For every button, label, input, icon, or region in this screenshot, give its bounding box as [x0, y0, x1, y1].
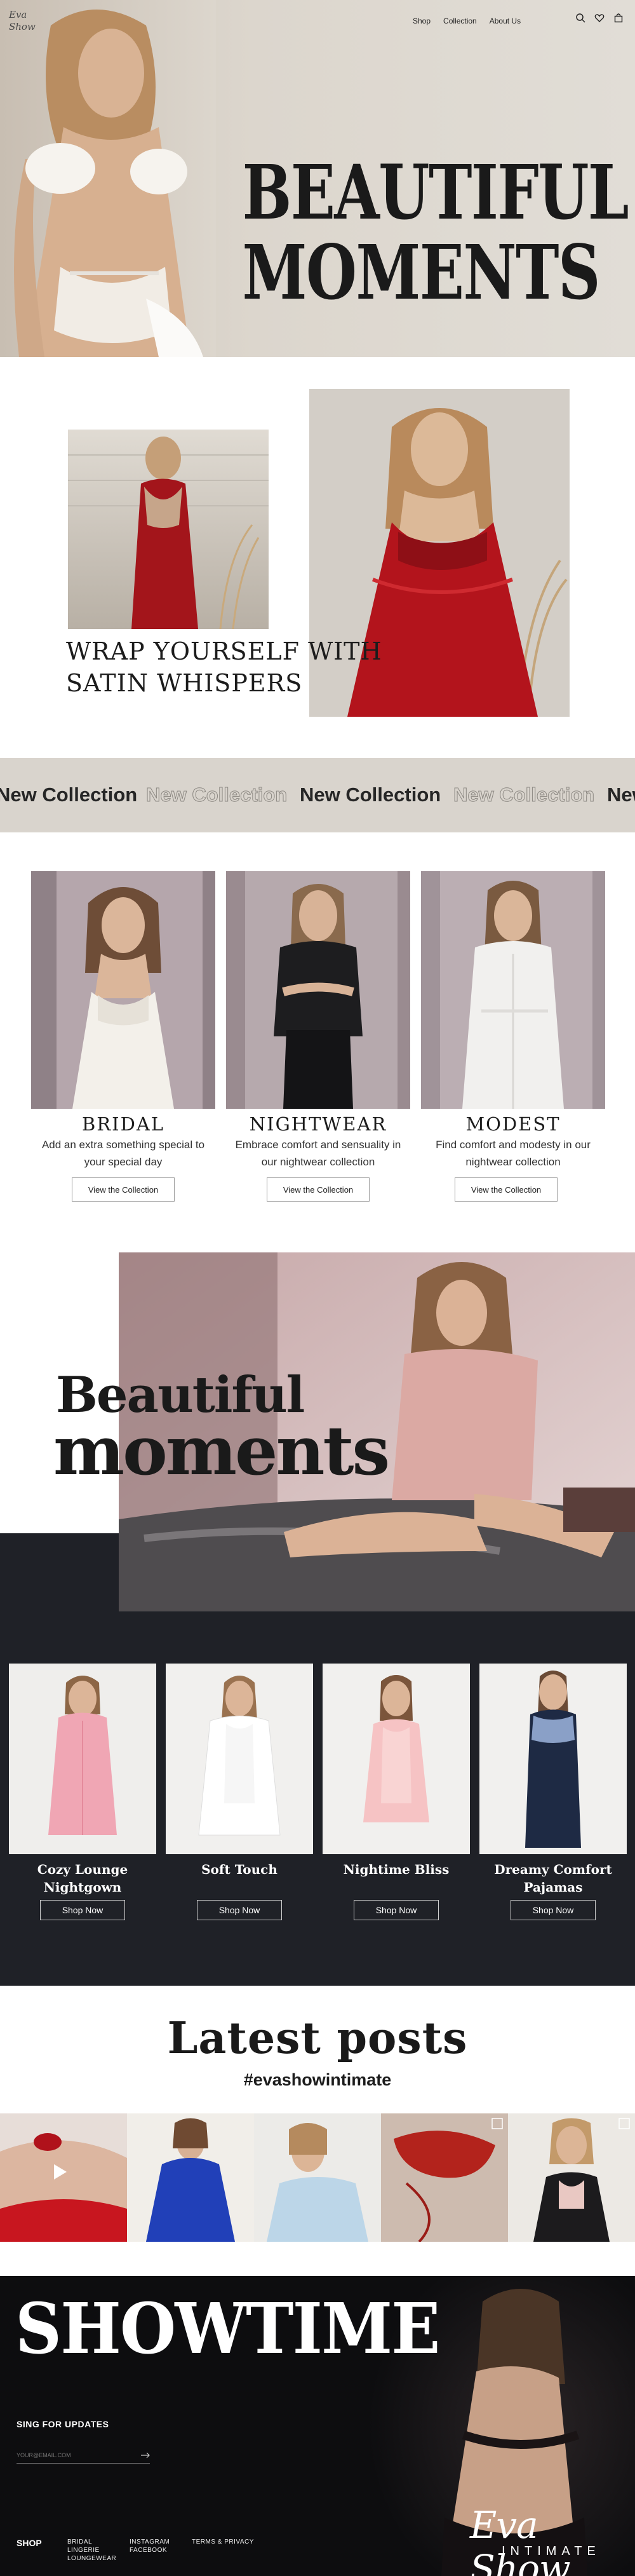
category-desc-nightwear: Embrace comfort and sensuality in our ni… [235, 1139, 401, 1168]
bag-icon[interactable] [613, 13, 624, 23]
view-collection-modest-button[interactable]: View the Collection [455, 1177, 558, 1202]
product-name[interactable]: Nightime Bliss [323, 1861, 470, 1878]
shop-now-button[interactable]: Shop Now [40, 1900, 125, 1920]
posts-hashtag[interactable]: #evashowintimate [0, 2070, 635, 2090]
category-bridal-image [31, 871, 215, 1109]
heart-icon[interactable] [594, 13, 605, 23]
product-image[interactable] [9, 1664, 156, 1854]
shop-now-button[interactable]: Shop Now [197, 1900, 282, 1920]
footer-col-legal: TERMS & PRIVACY [192, 2538, 254, 2546]
product-name[interactable]: Cozy Lounge Nightgown [9, 1861, 156, 1896]
footer-col-categories: BRIDAL LINGERIE LOUNGEWEAR [67, 2538, 116, 2563]
page: Eva Show Shop Collection About Us BEAUTI… [0, 0, 635, 2576]
footer-link-facebook[interactable]: FACEBOOK [130, 2546, 170, 2554]
posts-title: Latest posts [167, 2013, 468, 2064]
category-title-bridal: BRIDAL [81, 1113, 165, 1135]
product-image[interactable] [323, 1664, 470, 1854]
footer-link-instagram[interactable]: INSTAGRAM [130, 2538, 170, 2546]
category-title-nightwear: NIGHTWEAR [249, 1113, 387, 1135]
satin-title: WRAP YOURSELF WITH SATIN WHISPERS [66, 635, 382, 699]
instagram-post[interactable] [508, 2113, 635, 2242]
hero-title-line2: MOMENTS [242, 228, 601, 316]
category-modest-image [421, 871, 605, 1109]
nav-about-us[interactable]: About Us [490, 17, 521, 25]
logo-text: Eva Show [9, 9, 36, 32]
footer-link-terms[interactable]: TERMS & PRIVACY [192, 2538, 254, 2546]
category-desc-modest: Find comfort and modesty in our nightwea… [436, 1139, 591, 1168]
footer-logo-script: Eva Show [470, 2504, 571, 2576]
instagram-post[interactable] [127, 2113, 254, 2242]
shop-now-button[interactable]: Shop Now [511, 1900, 596, 1920]
marquee-item: New Collection [145, 783, 288, 806]
hero-image [0, 0, 216, 357]
marquee-item: New Collection [0, 783, 138, 806]
marquee-item: New Collection [453, 783, 595, 806]
hero-title-line1: BEAUTIFUL [242, 148, 629, 236]
footer-big-title: SHOWTIME [15, 2288, 440, 2369]
footer-link-lingerie[interactable]: LINGERIE [67, 2546, 116, 2554]
product-name[interactable]: Soft Touch [166, 1861, 313, 1878]
instagram-post[interactable] [254, 2113, 381, 2242]
satin-title-line1: WRAP YOURSELF WITH [66, 637, 382, 665]
category-nightwear-image [226, 871, 410, 1109]
satin-image-small [68, 430, 269, 629]
product-image[interactable] [166, 1664, 313, 1854]
marquee-banner: New Collection New Collection New Collec… [0, 758, 635, 832]
footer-link-loungewear[interactable]: LOUNGEWEAR [67, 2554, 116, 2563]
instagram-post[interactable] [0, 2113, 127, 2242]
email-underline [17, 2463, 150, 2464]
header-icons [575, 13, 624, 23]
hero-title: BEAUTIFUL MOMENTS [242, 148, 629, 316]
search-icon[interactable] [575, 13, 585, 23]
footer-col-social: INSTAGRAM FACEBOOK [130, 2538, 170, 2554]
logo[interactable]: Eva Show [9, 9, 51, 32]
product-name[interactable]: Dreamy Comfort Pajamas [479, 1861, 627, 1896]
instagram-post[interactable] [381, 2113, 508, 2242]
nav-shop[interactable]: Shop [413, 17, 431, 25]
main-nav: Shop Collection About Us [413, 17, 521, 25]
email-field[interactable] [17, 2450, 137, 2460]
view-collection-bridal-button[interactable]: View the Collection [72, 1177, 175, 1202]
category-title-modest: MODEST [465, 1113, 561, 1135]
satin-title-line2: SATIN WHISPERS [66, 669, 303, 697]
footer-shop-label[interactable]: SHOP [17, 2538, 42, 2548]
shop-now-button[interactable]: Shop Now [354, 1900, 439, 1920]
hero-section: Eva Show Shop Collection About Us BEAUTI… [0, 0, 635, 357]
signup-title: SING FOR UPDATES [17, 2419, 109, 2429]
marquee-item: New Collection [300, 783, 441, 806]
view-collection-nightwear-button[interactable]: View the Collection [267, 1177, 370, 1202]
footer-link-bridal[interactable]: BRIDAL [67, 2538, 116, 2546]
marquee-item: New Collection [607, 783, 635, 806]
nav-collection[interactable]: Collection [443, 17, 477, 25]
footer-logo-sub: INTIMATE [502, 2544, 601, 2558]
feature-title-line2: moments [53, 1411, 390, 1490]
product-image[interactable] [479, 1664, 627, 1854]
category-desc-bridal: Add an extra something special to your s… [41, 1139, 205, 1168]
arrow-right-icon[interactable] [141, 2452, 150, 2458]
